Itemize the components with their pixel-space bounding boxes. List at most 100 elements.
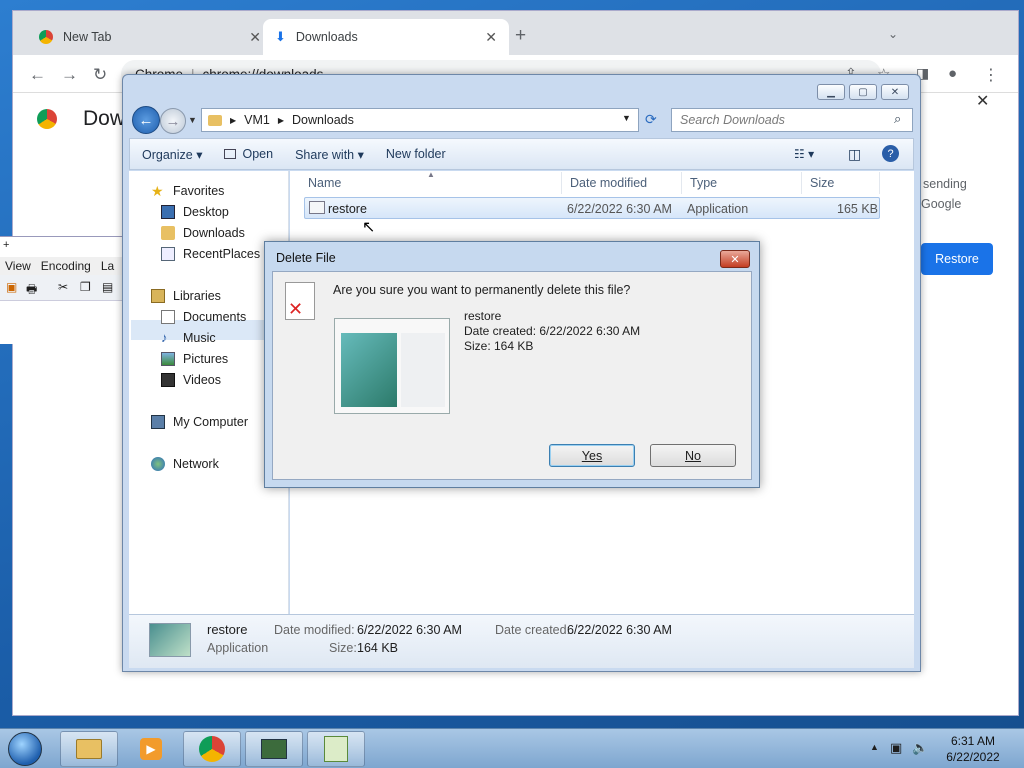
refresh-icon[interactable]: ⟳ (645, 111, 657, 128)
share-with-button[interactable]: Share with ▾ (295, 147, 364, 162)
system-clock[interactable]: 6:31 AM 6/22/2022 (932, 733, 1014, 765)
tab-downloads[interactable]: ⬇ Downloads ✕ (263, 19, 509, 55)
taskbar-chrome[interactable] (183, 731, 241, 767)
editor-toolbar: ▣ 🖶 ✂ ❐ ▤ (0, 275, 124, 301)
pictures-icon (161, 352, 175, 366)
volume-icon[interactable]: 🔈 (912, 740, 928, 756)
dialog-question: Are you sure you want to permanently del… (333, 283, 631, 297)
close-banner-icon[interactable]: ✕ (976, 91, 989, 111)
forward-arrow-icon[interactable]: → (160, 108, 186, 134)
no-button[interactable]: No (650, 444, 736, 467)
organize-button[interactable]: Organize ▾ (142, 147, 202, 162)
new-folder-button[interactable]: New folder (386, 147, 446, 161)
minimize-icon[interactable]: ▁ (817, 84, 845, 100)
close-tab-icon[interactable]: ✕ (485, 29, 497, 46)
nav-desktop[interactable]: Desktop (161, 202, 229, 222)
menu-encoding[interactable]: Encoding (41, 259, 91, 273)
nav-network[interactable]: Network (151, 454, 219, 474)
forward-icon[interactable]: → (61, 65, 78, 85)
breadcrumb-vm1[interactable]: VM1 (244, 113, 270, 127)
view-options-icon[interactable]: ☷ ▾ (794, 147, 814, 161)
column-size[interactable]: Size (802, 172, 880, 194)
print-icon[interactable]: 🖶 (26, 280, 37, 301)
file-row-restore[interactable]: restore 6/22/2022 6:30 AM Application 16… (304, 197, 880, 219)
details-created-label: Date created: (495, 623, 571, 637)
reload-icon[interactable]: ↻ (93, 65, 107, 85)
back-arrow-icon[interactable]: ← (132, 106, 160, 134)
application-icon (309, 201, 325, 214)
mouse-cursor-icon: ↖ (362, 219, 376, 236)
music-icon: ♪ (161, 330, 168, 345)
details-modified-label: Date modified: (274, 623, 355, 637)
new-tab-icon[interactable]: + (515, 25, 526, 47)
taskbar-notepad-plus[interactable] (307, 731, 365, 767)
menu-language[interactable]: La (101, 259, 114, 273)
notepad-icon (324, 736, 348, 762)
monitor-icon (261, 739, 287, 759)
taskbar-explorer[interactable] (60, 731, 118, 767)
chrome-icon (39, 30, 53, 44)
preview-pane-icon[interactable]: ◫ (848, 146, 861, 163)
folder-icon (76, 739, 102, 759)
copy-icon[interactable]: ❐ (80, 280, 91, 294)
tab-new-tab[interactable]: New Tab ✕ (27, 19, 273, 55)
details-created: 6/22/2022 6:30 AM (567, 623, 672, 637)
dialog-close-icon[interactable]: ✕ (720, 250, 750, 268)
close-doc-icon[interactable]: ▣ (6, 280, 17, 294)
chrome-tabstrip: New Tab ✕ ⬇ Downloads ✕ + ⌄ (13, 11, 1018, 55)
details-pane: restore Application Date modified: 6/22/… (129, 614, 914, 668)
cut-icon[interactable]: ✂ (58, 280, 68, 294)
file-thumbnail-icon (149, 623, 191, 657)
folder-icon (208, 114, 222, 126)
libraries-icon (151, 289, 165, 303)
taskbar: ▶ ▲ ▣ 🔈 6:31 AM 6/22/2022 (0, 728, 1024, 768)
help-icon[interactable]: ? (882, 145, 899, 162)
column-date-modified[interactable]: Date modified (562, 172, 682, 194)
chevron-right-icon: ▶ (277, 115, 285, 125)
maximize-icon[interactable]: ▢ (849, 84, 877, 100)
nav-music[interactable]: ♪ Music (161, 328, 216, 348)
taskbar-media-player[interactable]: ▶ (122, 731, 180, 767)
menu-kebab-icon[interactable]: ⋮ (983, 65, 999, 85)
menu-view[interactable]: View (5, 259, 31, 273)
nav-pictures[interactable]: Pictures (161, 349, 228, 369)
tray-expand-icon[interactable]: ▲ (870, 742, 879, 752)
details-type: Application (207, 641, 269, 655)
restore-button[interactable]: Restore (921, 243, 993, 275)
nav-documents[interactable]: Documents (161, 307, 246, 327)
address-bar[interactable]: ▶ VM1 ▶ Downloads ▼ (201, 108, 639, 132)
nav-downloads[interactable]: Downloads (161, 223, 245, 243)
yes-button[interactable]: Yes (549, 444, 635, 467)
recent-pages-icon[interactable]: ▼ (188, 115, 197, 125)
address-dropdown-icon[interactable]: ▼ (622, 113, 631, 123)
media-player-icon: ▶ (140, 738, 162, 760)
banner-text-1: sending (923, 177, 967, 191)
details-name: restore (207, 622, 248, 637)
search-icon: ⌕ (894, 111, 902, 126)
tab-label: Downloads (295, 30, 358, 44)
back-icon[interactable]: ← (29, 65, 46, 85)
nav-recent-places[interactable]: RecentPlaces (161, 244, 260, 264)
paste-icon[interactable]: ▤ (102, 280, 113, 294)
tab-search-icon[interactable]: ⌄ (888, 27, 898, 41)
nav-favorites[interactable]: ★ Favorites (151, 181, 224, 201)
nav-libraries[interactable]: Libraries (151, 286, 221, 306)
open-button[interactable]: Open (224, 147, 273, 161)
chrome-icon (199, 736, 225, 762)
nav-my-computer[interactable]: My Computer (151, 412, 248, 432)
taskbar-task-manager[interactable] (245, 731, 303, 767)
dialog-size: Size: 164 KB (464, 339, 534, 353)
search-input[interactable]: Search Downloads ⌕ (671, 108, 913, 132)
close-icon[interactable]: ✕ (881, 84, 909, 100)
column-name[interactable]: Name (300, 172, 562, 194)
network-tray-icon[interactable]: ▣ (890, 740, 902, 756)
file-date: 6/22/2022 6:30 AM (567, 202, 672, 216)
close-tab-icon[interactable]: ✕ (249, 29, 261, 46)
nav-videos[interactable]: Videos (161, 370, 221, 390)
profile-icon[interactable]: ● (948, 65, 957, 82)
breadcrumb-downloads[interactable]: Downloads (292, 113, 354, 127)
start-button[interactable] (8, 732, 42, 766)
videos-icon (161, 373, 175, 387)
column-type[interactable]: Type (682, 172, 802, 194)
plus-icon: + (3, 239, 10, 251)
